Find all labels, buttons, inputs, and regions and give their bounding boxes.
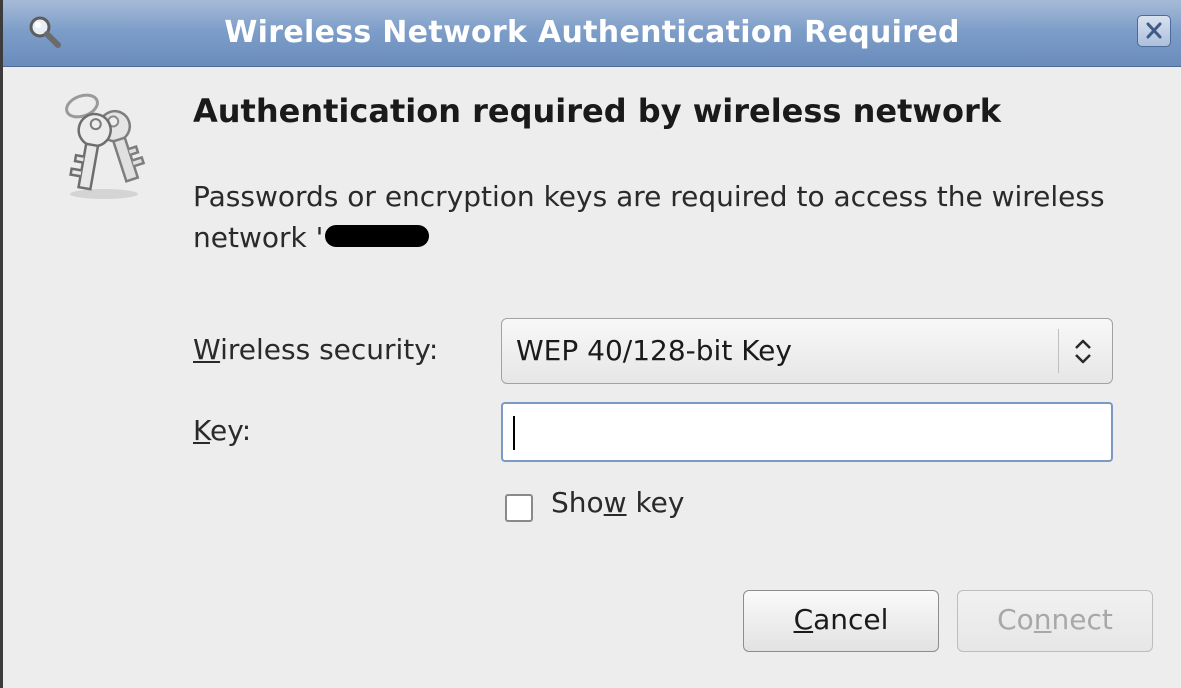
wireless-security-select[interactable]: WEP 40/128-bit Key [501, 318, 1113, 384]
show-key-checkbox[interactable] [505, 494, 533, 522]
security-mnemonic: W [193, 333, 221, 366]
window-title: Wireless Network Authentication Required [224, 15, 960, 50]
show-key-label[interactable]: Show key [551, 486, 684, 519]
show-key-suffix: key [626, 486, 685, 519]
key-label-text: ey: [209, 414, 252, 447]
dialog-heading: Authentication required by wireless netw… [193, 92, 1001, 130]
dialog-window: Wireless Network Authentication Required… [0, 0, 1181, 688]
wireless-security-value: WEP 40/128-bit Key [516, 334, 792, 367]
connect-prefix: Co [997, 603, 1034, 636]
cancel-mnemonic: C [793, 603, 814, 636]
redacted-network-name [325, 225, 430, 247]
security-label-text: ireless security: [220, 333, 439, 366]
keys-icon [65, 93, 146, 199]
key-input[interactable] [501, 402, 1113, 462]
text-caret [513, 416, 515, 450]
updown-arrows-icon [1075, 339, 1091, 364]
cancel-label: ancel [813, 603, 889, 636]
dialog-message: Passwords or encryption keys are require… [193, 176, 1153, 258]
title-bar[interactable]: Wireless Network Authentication Required [3, 0, 1181, 67]
close-icon [1146, 22, 1162, 39]
show-key-mnemonic: w [603, 486, 627, 519]
key-label: Key: [193, 414, 251, 447]
connect-mnemonic: n [1033, 603, 1052, 636]
connect-button[interactable]: Connect [957, 590, 1153, 652]
key-mnemonic: K [193, 414, 210, 447]
cancel-button[interactable]: Cancel [743, 590, 939, 652]
connect-suffix: nect [1051, 603, 1113, 636]
show-key-prefix: Sho [551, 486, 604, 519]
close-button[interactable] [1137, 15, 1171, 47]
combo-separator [1058, 329, 1059, 373]
wireless-security-label: Wireless security: [193, 333, 438, 366]
